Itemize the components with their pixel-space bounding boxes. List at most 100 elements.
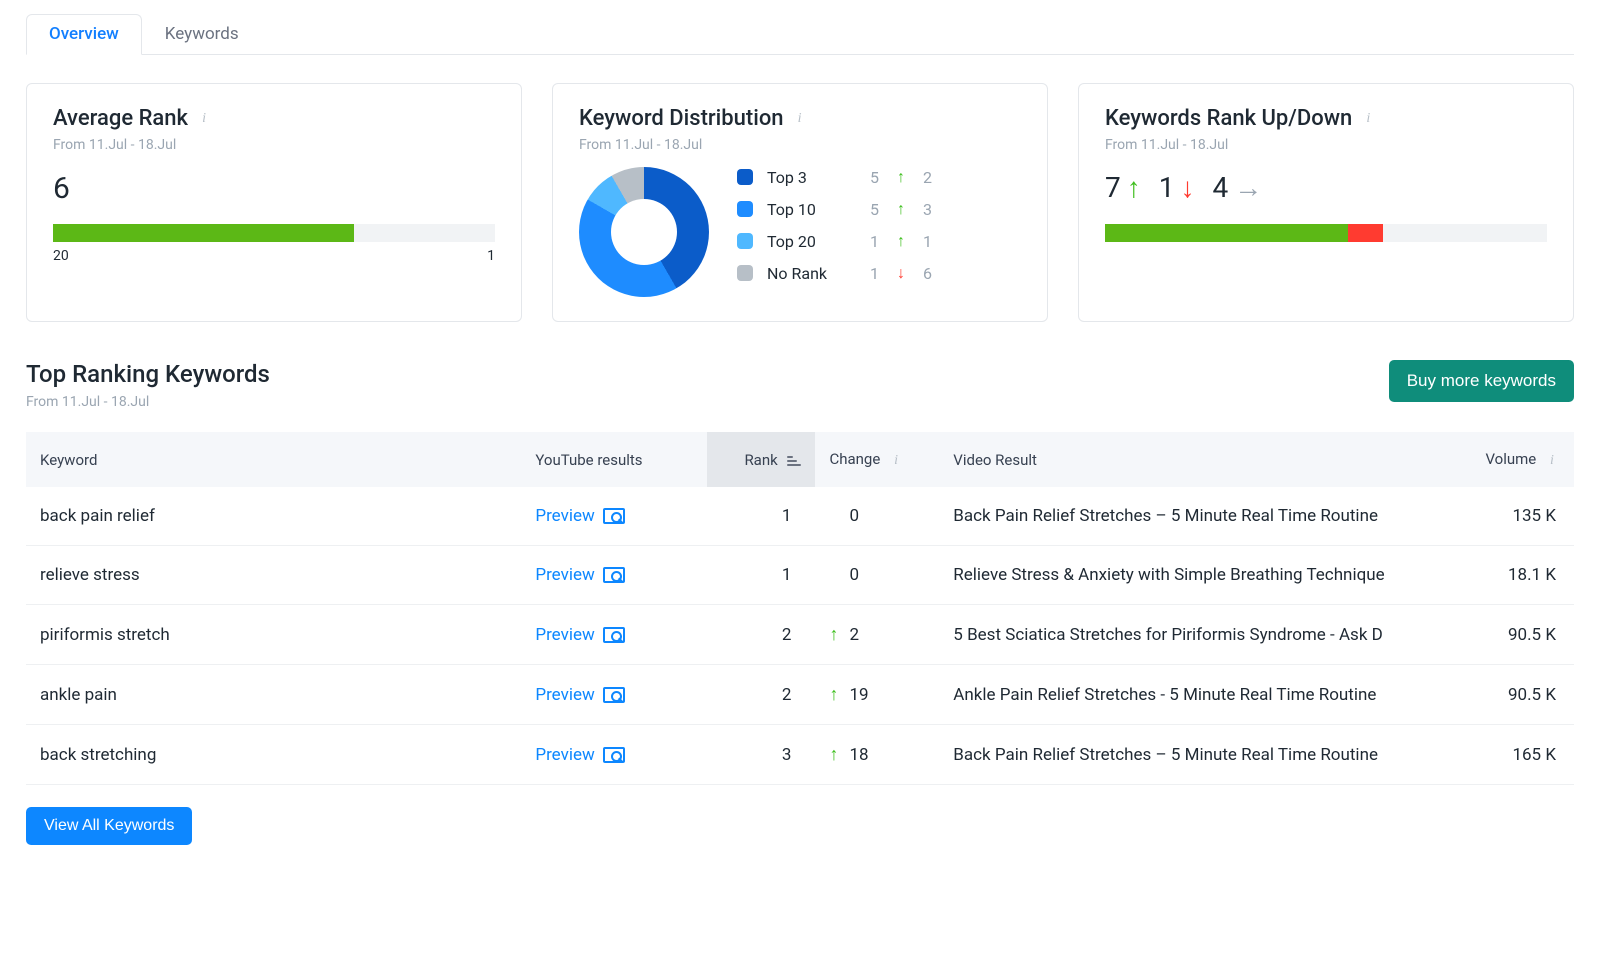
- preview-icon: [603, 747, 625, 763]
- cell-keyword: back stretching: [26, 725, 521, 785]
- preview-label: Preview: [535, 685, 594, 705]
- rank-down-count: 1: [1159, 171, 1175, 204]
- updown-values: 7↑ 1↓ 4→: [1105, 171, 1547, 204]
- legend-row: Top 35↑2: [737, 167, 1021, 187]
- preview-link[interactable]: Preview: [535, 506, 624, 526]
- cell-volume: 18.1 K: [1450, 546, 1574, 605]
- legend-label: Top 3: [767, 168, 843, 187]
- rank-same-count: 4: [1213, 171, 1229, 204]
- legend-count: 1: [857, 264, 879, 283]
- table-row: ankle painPreview2↑19Ankle Pain Relief S…: [26, 665, 1574, 725]
- legend-label: Top 20: [767, 232, 843, 251]
- cell-video-result: Back Pain Relief Stretches – 5 Minute Re…: [939, 725, 1450, 785]
- color-swatch: [737, 265, 753, 281]
- avg-rank-bar-fill: [53, 224, 354, 242]
- legend-count: 1: [857, 232, 879, 251]
- info-icon[interactable]: [888, 453, 904, 469]
- legend-row: Top 10 5 ↑ 3: [737, 199, 1021, 219]
- col-youtube-results[interactable]: YouTube results: [521, 432, 707, 487]
- col-rank[interactable]: Rank: [707, 432, 815, 487]
- arrow-up-icon: ↑: [829, 684, 843, 705]
- tab-overview[interactable]: Overview: [26, 14, 142, 55]
- legend-delta: 1: [923, 232, 945, 251]
- info-icon[interactable]: [1544, 453, 1560, 469]
- cell-volume: 90.5 K: [1450, 605, 1574, 665]
- avg-rank-scale: 20 1: [53, 248, 495, 264]
- change-value: 0: [849, 565, 859, 585]
- table-row: relieve stressPreview10Relieve Stress & …: [26, 546, 1574, 605]
- cell-preview: Preview: [521, 487, 707, 546]
- arrow-icon: ↓: [893, 263, 909, 283]
- avg-rank-value: 6: [53, 171, 495, 206]
- cell-change: ↑ 19: [815, 665, 939, 725]
- col-volume[interactable]: Volume: [1450, 432, 1574, 487]
- cell-preview: Preview: [521, 605, 707, 665]
- cell-change: ↑2: [815, 605, 939, 665]
- cell-volume: 135 K: [1450, 487, 1574, 546]
- table-body: back pain relief Preview 1 0 Back Pain Relie…: [26, 487, 1574, 785]
- date-range: From 11.Jul - 18.Jul: [579, 137, 1021, 153]
- legend-count: 5: [857, 200, 879, 219]
- rank-up-count: 7: [1105, 171, 1121, 204]
- arrow-icon: ↑: [893, 231, 909, 251]
- col-keyword[interactable]: Keyword: [26, 432, 521, 487]
- color-swatch: [737, 201, 753, 217]
- preview-icon: [603, 567, 625, 583]
- preview-label: Preview: [535, 506, 594, 526]
- table-row: piriformis stretch Preview 2↑25 Best Sciat…: [26, 605, 1574, 665]
- cell-keyword: back pain relief: [26, 487, 521, 546]
- card-distribution: Keyword Distribution From 11.Jul - 18.Ju…: [552, 83, 1048, 322]
- cell-rank: 3: [707, 725, 815, 785]
- cell-preview: Preview: [521, 546, 707, 605]
- cell-rank: 1: [707, 487, 815, 546]
- section-heading: Top Ranking Keywords From 11.Jul - 18.Ju…: [26, 360, 1574, 410]
- legend-delta: 2: [923, 168, 945, 187]
- info-icon[interactable]: [792, 111, 808, 127]
- info-icon[interactable]: [1360, 111, 1376, 127]
- card-title: Keywords Rank Up/Down: [1105, 106, 1352, 131]
- cell-preview: Preview: [521, 665, 707, 725]
- col-change[interactable]: Change: [815, 432, 939, 487]
- legend-label: No Rank: [767, 264, 843, 283]
- buy-more-keywords-button[interactable]: Buy more keywords: [1389, 360, 1574, 402]
- cell-video-result: 5 Best Sciatica Stretches for Piriformis…: [939, 605, 1450, 665]
- legend-row: No Rank1↓6: [737, 263, 1021, 283]
- date-range: From 11.Jul - 18.Jul: [53, 137, 495, 153]
- change-value: 18: [849, 745, 868, 765]
- arrow-right-icon: →: [1234, 171, 1262, 204]
- arrow-icon: ↑: [893, 199, 909, 219]
- info-icon[interactable]: [196, 111, 212, 127]
- updown-bar-red: [1348, 224, 1383, 242]
- cell-change: ↑ 18: [815, 725, 939, 785]
- cell-preview: Preview: [521, 725, 707, 785]
- legend-delta: 3: [923, 200, 945, 219]
- change-value: 2: [849, 625, 859, 645]
- avg-rank-bar: [53, 224, 495, 242]
- preview-label: Preview: [535, 565, 594, 585]
- col-video-result[interactable]: Video Result: [939, 432, 1450, 487]
- arrow-up-icon: ↑: [829, 744, 843, 765]
- preview-link[interactable]: Preview: [535, 565, 624, 585]
- preview-link[interactable]: Preview: [535, 685, 624, 705]
- updown-bar: [1105, 224, 1547, 242]
- preview-link[interactable]: Preview: [535, 625, 624, 645]
- table-row: back pain reliefPreview10Back Pain Relie…: [26, 487, 1574, 546]
- scale-right: 1: [487, 248, 495, 264]
- color-swatch: [737, 233, 753, 249]
- sort-icon: [787, 456, 801, 466]
- legend-label: Top 10: [767, 200, 843, 219]
- preview-link[interactable]: Preview: [535, 745, 624, 765]
- distribution-legend: Top 35↑2Top 105↑3Top 201↑1No Rank1↓6: [737, 167, 1021, 295]
- cell-keyword: piriformis stretch: [26, 605, 521, 665]
- cell-keyword: ankle pain: [26, 665, 521, 725]
- change-value: 19: [849, 685, 868, 705]
- preview-icon: [603, 687, 625, 703]
- legend-count: 5: [857, 168, 879, 187]
- arrow-up-icon: ↑: [1127, 171, 1141, 204]
- scale-left: 20: [53, 248, 69, 264]
- color-swatch: [737, 169, 753, 185]
- cell-rank: 2: [707, 665, 815, 725]
- view-all-keywords-button[interactable]: View All Keywords: [26, 807, 192, 845]
- tabbar: Overview Keywords: [26, 14, 1574, 55]
- tab-keywords[interactable]: Keywords: [142, 14, 262, 55]
